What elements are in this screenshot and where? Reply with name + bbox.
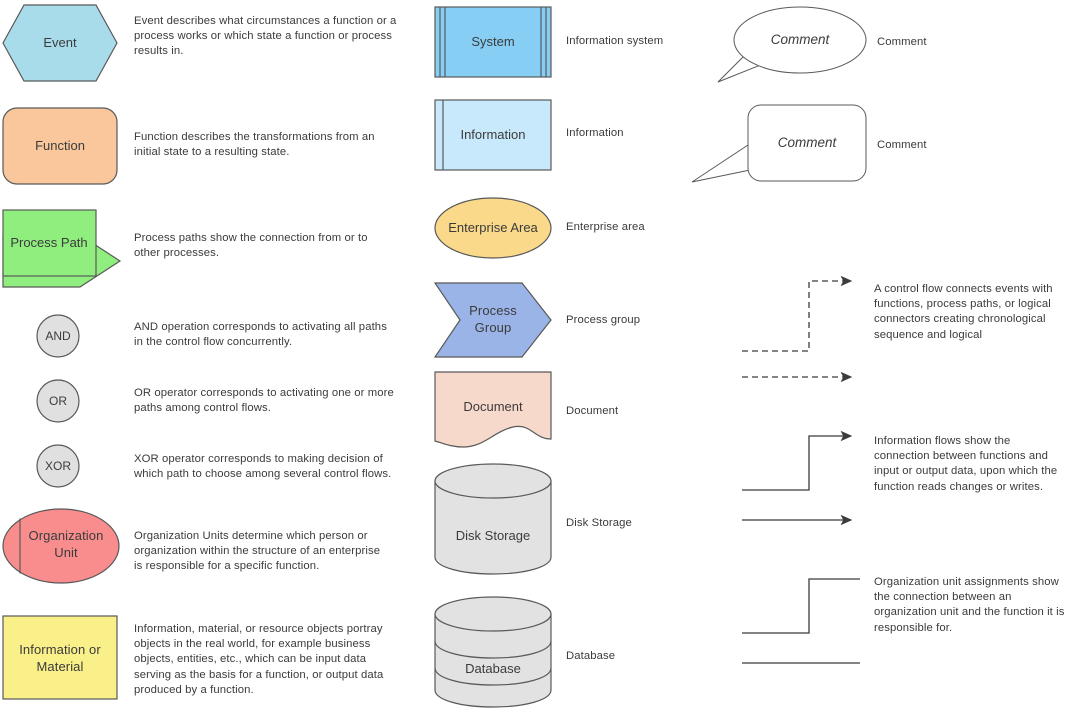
shape-label-document: Document <box>463 399 523 414</box>
caption-comment-rounded: Comment <box>877 139 927 151</box>
eepc-legend-canvas: Event Event describes what circumstances… <box>0 0 1067 714</box>
database-cylinder-icon <box>434 596 552 708</box>
caption-information: Information <box>566 127 624 139</box>
shape-xor-connector[interactable]: XOR <box>36 444 80 488</box>
shape-process-group[interactable]: Process Group <box>433 282 552 358</box>
shape-or-connector[interactable]: OR <box>36 379 80 423</box>
shape-label-disk-storage: Disk Storage <box>455 528 531 543</box>
description-event: Event describes what circumstances a fun… <box>134 15 397 58</box>
shape-event[interactable]: Event <box>2 4 118 82</box>
shape-label-information-or-material: Information or Material <box>19 642 101 674</box>
shape-enterprise-area[interactable]: Enterprise Area <box>434 197 552 259</box>
shape-disk-storage[interactable]: Disk Storage <box>434 463 552 575</box>
shape-and-connector[interactable]: AND <box>36 314 80 358</box>
shape-label-organization-unit: Organization Unit <box>28 528 104 560</box>
shape-label-function: Function <box>35 138 85 153</box>
shape-label-process-path: Process Path <box>10 235 88 250</box>
shape-system[interactable]: System <box>434 6 552 78</box>
shape-comment-oval[interactable]: Comment <box>716 4 868 84</box>
shape-organization-assignment-lines[interactable] <box>740 570 868 670</box>
caption-database: Database <box>566 650 616 662</box>
caption-process-group: Process group <box>566 314 641 326</box>
caption-system: Information system <box>566 35 664 47</box>
caption-disk-storage: Disk Storage <box>566 517 632 529</box>
disk-storage-cylinder-icon <box>434 463 552 575</box>
description-organization-unit: Organization Units determine which perso… <box>134 530 381 573</box>
description-xor: XOR operator corresponds to making decis… <box>134 453 392 481</box>
description-information-or-material: Information, material, or resource objec… <box>134 623 384 696</box>
shape-information[interactable]: Information <box>434 99 552 171</box>
shape-information-or-material[interactable]: Information or Material <box>2 615 118 700</box>
organization-assignment-line-icon <box>742 578 860 664</box>
description-organization-assignment: Organization unit assignments show the c… <box>874 576 1065 634</box>
caption-document: Document <box>566 405 619 417</box>
description-process-path: Process paths show the connection from o… <box>134 232 368 260</box>
shape-comment-rounded[interactable]: Comment <box>690 104 868 186</box>
shape-control-flow-arrows[interactable] <box>740 270 868 385</box>
description-and: AND operation corresponds to activating … <box>134 321 387 349</box>
shape-label-enterprise-area: Enterprise Area <box>448 220 538 235</box>
shape-label-and: AND <box>45 329 71 343</box>
shape-document[interactable]: Document <box>434 371 552 449</box>
shape-process-path[interactable]: Process Path <box>2 209 122 289</box>
description-control-flow: A control flow connects events with func… <box>874 283 1053 341</box>
control-flow-dashed-arrow-icon <box>742 275 853 383</box>
caption-comment-oval: Comment <box>877 36 927 48</box>
shape-label-event: Event <box>43 35 77 50</box>
caption-enterprise-area: Enterprise area <box>566 221 645 233</box>
description-function: Function describes the transformations f… <box>134 131 375 159</box>
shape-label-comment-oval: Comment <box>770 32 830 47</box>
shape-label-or: OR <box>49 394 67 408</box>
description-or: OR operator corresponds to activating on… <box>134 387 394 415</box>
shape-label-database: Database <box>465 661 521 676</box>
shape-organization-unit[interactable]: Organization Unit <box>2 508 120 584</box>
shape-label-process-group: Process Group <box>469 303 517 335</box>
shape-information-flow-arrows[interactable] <box>740 427 868 537</box>
information-flow-solid-arrow-icon <box>742 430 853 526</box>
shape-label-information: Information <box>460 127 526 142</box>
shape-database[interactable]: Database <box>434 596 552 708</box>
shape-label-comment-rounded: Comment <box>777 135 837 150</box>
description-information-flow: Information flows show the connection be… <box>874 435 1058 493</box>
shape-label-system: System <box>471 34 515 49</box>
shape-function[interactable]: Function <box>2 107 118 185</box>
shape-label-xor: XOR <box>44 459 71 473</box>
